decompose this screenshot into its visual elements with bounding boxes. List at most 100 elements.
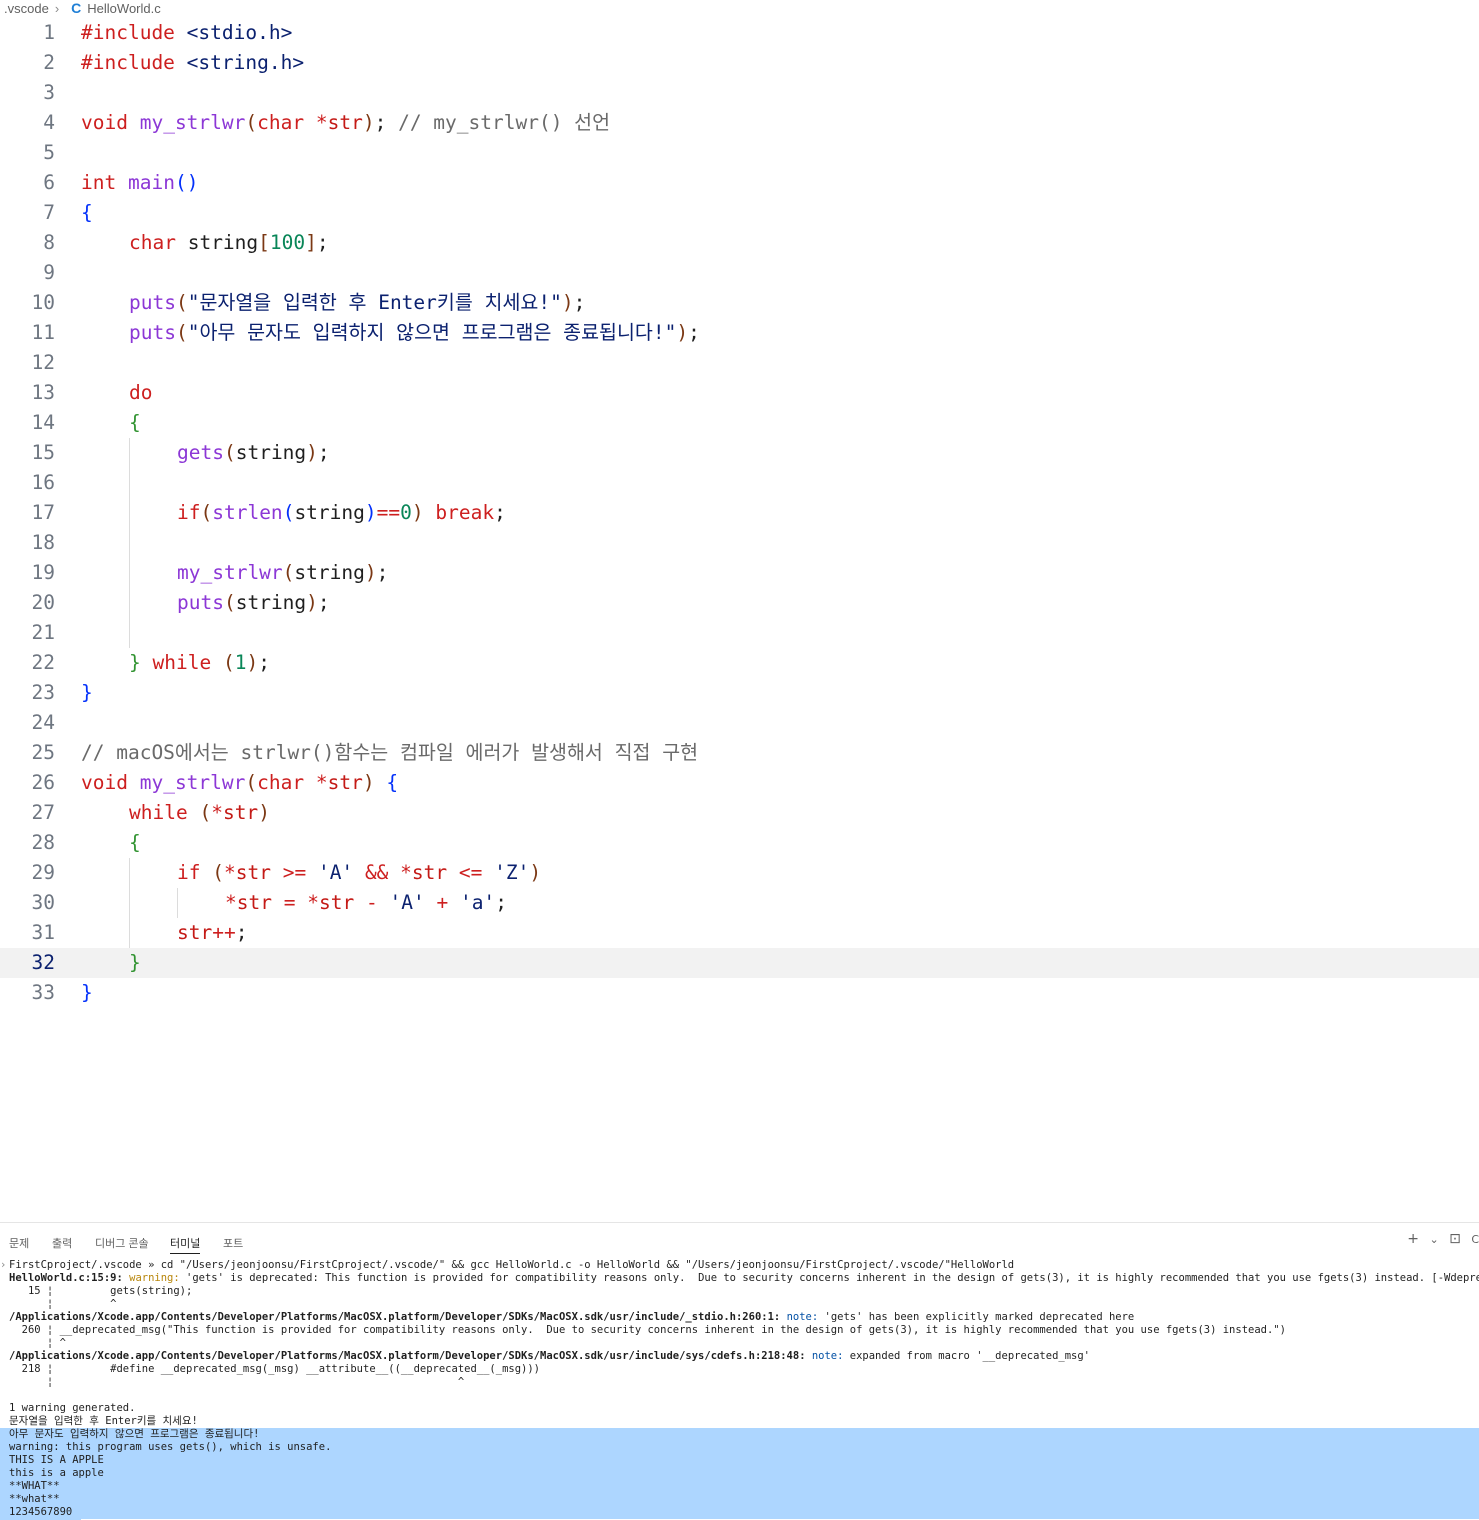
code-token: my_strlwr bbox=[177, 561, 283, 584]
tab-output[interactable]: 출력 bbox=[52, 1235, 72, 1251]
code-token: == bbox=[376, 501, 401, 524]
code-token: 1 bbox=[234, 651, 247, 674]
code-token: ; bbox=[573, 291, 586, 314]
code-line[interactable]: 2 #include <string.h> bbox=[0, 48, 1479, 78]
terminal-text: ¦ ^ bbox=[9, 1337, 66, 1349]
code-line[interactable]: 15 gets(string); bbox=[0, 438, 1479, 468]
code-line[interactable]: 19 my_strlwr(string); bbox=[0, 558, 1479, 588]
code-token: // macOS에서는 strlwr()함수는 컴파일 에러가 발생해서 직접 … bbox=[81, 741, 699, 764]
breadcrumb-folder[interactable]: .vscode bbox=[0, 1, 49, 16]
code-line[interactable]: 30 *str = *str - 'A' + 'a'; bbox=[0, 888, 1479, 918]
code-line[interactable]: 29 if (*str >= 'A' && *str <= 'Z') bbox=[0, 858, 1479, 888]
code-line[interactable]: 23} bbox=[0, 678, 1479, 708]
code-token: ; bbox=[374, 111, 399, 134]
breadcrumb-file[interactable]: HelloWorld.c bbox=[87, 1, 160, 16]
code-token: ) bbox=[362, 771, 375, 794]
line-number: 21 bbox=[31, 621, 55, 644]
code-line[interactable]: 3 bbox=[0, 78, 1479, 108]
code-line[interactable]: 9 bbox=[0, 258, 1479, 288]
code-line[interactable]: 27 while (*str) bbox=[0, 798, 1479, 828]
code-token: ; bbox=[317, 591, 330, 614]
tab-terminal[interactable]: 터미널 bbox=[170, 1235, 201, 1254]
diagnostic-location[interactable]: HelloWorld.c:15:9: bbox=[9, 1272, 123, 1284]
code-text: puts("문자열을 입력한 후 Enter키를 치세요!"); bbox=[129, 288, 585, 318]
code-token: ; bbox=[258, 651, 270, 674]
code-token: str bbox=[318, 891, 355, 914]
code-token: char bbox=[129, 231, 176, 254]
terminal-text: FirstCproject/.vscode » cd "/Users/jeonj… bbox=[9, 1259, 1015, 1271]
code-line[interactable]: 18 bbox=[0, 528, 1479, 558]
tab-problems[interactable]: 문제 bbox=[9, 1235, 29, 1251]
code-token: ) bbox=[258, 801, 270, 824]
code-line[interactable]: 22} while (1); bbox=[0, 648, 1479, 678]
code-token: ( bbox=[223, 441, 236, 464]
code-line[interactable]: 10 puts("문자열을 입력한 후 Enter키를 치세요!"); bbox=[0, 288, 1479, 318]
line-number: 3 bbox=[43, 81, 55, 104]
diagnostic-text: HelloWorld.c:15:9: warning: 'gets' is de… bbox=[9, 1272, 1479, 1285]
chevron-down-icon[interactable]: ⌄ bbox=[1429, 1233, 1438, 1246]
code-line[interactable]: 28 { bbox=[0, 828, 1479, 858]
terminal-text: 218 ¦ #define __deprecated_msg(_msg) __a… bbox=[9, 1363, 541, 1375]
code-line[interactable]: 20 puts(string); bbox=[0, 588, 1479, 618]
tab-ports[interactable]: 포트 bbox=[223, 1235, 243, 1251]
code-line[interactable]: 11 puts("아무 문자도 입력하지 않으면 프로그램은 종료됩니다!"); bbox=[0, 318, 1479, 348]
code-token: ; bbox=[316, 231, 329, 254]
tab-debug-console[interactable]: 디버그 콘솔 bbox=[95, 1235, 149, 1251]
diagnostic-location[interactable]: /Applications/Xcode.app/Contents/Develop… bbox=[9, 1350, 806, 1362]
code-line[interactable]: 21 bbox=[0, 618, 1479, 648]
code-token: puts bbox=[129, 321, 176, 344]
line-number: 25 bbox=[31, 741, 55, 764]
code-editor[interactable]: 1 #include <stdio.h> 2 #include <string.h> 3… bbox=[0, 18, 1479, 1223]
line-number: 19 bbox=[31, 561, 55, 584]
code-line[interactable]: 26 void my_strlwr(char *str) { bbox=[0, 768, 1479, 798]
code-line[interactable]: 8 char string[100]; bbox=[0, 228, 1479, 258]
code-token: string bbox=[294, 561, 365, 584]
code-line[interactable]: 13 do bbox=[0, 378, 1479, 408]
code-line[interactable]: 33} bbox=[0, 978, 1479, 1008]
code-line[interactable]: 4 void my_strlwr(char *str); // my_strlwr… bbox=[0, 108, 1479, 138]
code-line[interactable]: 7{ bbox=[0, 198, 1479, 228]
terminal-text: **what** bbox=[9, 1493, 60, 1505]
terminal-output[interactable]: › FirstCproject/.vscode » cd "/Users/jeon… bbox=[0, 1259, 1479, 1520]
line-number: 22 bbox=[31, 651, 55, 674]
code-token: 'A' bbox=[317, 861, 354, 884]
terminal-icon[interactable]: ⊡ bbox=[1449, 1231, 1461, 1247]
code-text: str++; bbox=[177, 918, 247, 948]
diagnostic-text: /Applications/Xcode.app/Contents/Develop… bbox=[9, 1311, 1134, 1324]
code-line[interactable]: 17 if(strlen(string)==0) break; bbox=[0, 498, 1479, 528]
terminal-line: › FirstCproject/.vscode » cd "/Users/jeon… bbox=[0, 1259, 1479, 1272]
add-terminal-icon[interactable]: + bbox=[1407, 1231, 1419, 1247]
code-line[interactable]: 5 bbox=[0, 138, 1479, 168]
terminal-text: THIS IS A APPLE bbox=[9, 1454, 104, 1466]
code-line[interactable]: 14 { bbox=[0, 408, 1479, 438]
code-token: str bbox=[327, 111, 363, 134]
terminal-text: 1234567890 bbox=[9, 1506, 73, 1518]
code-token: ( bbox=[212, 861, 224, 884]
diagnostic-location[interactable]: /Applications/Xcode.app/Contents/Develop… bbox=[9, 1311, 780, 1323]
terminal-label[interactable]: C bbox=[1471, 1233, 1479, 1246]
code-token: = bbox=[283, 891, 296, 914]
code-token: string bbox=[175, 231, 259, 254]
line-number: 17 bbox=[31, 501, 55, 524]
code-token: [ bbox=[258, 231, 270, 254]
terminal-line: 260 ¦ __deprecated_msg("This function is… bbox=[0, 1324, 1479, 1337]
code-line[interactable]: 32} bbox=[0, 948, 1479, 978]
code-line[interactable]: 12 bbox=[0, 348, 1479, 378]
code-token: my_strlwr bbox=[139, 771, 246, 794]
code-line[interactable]: 25 // macOS에서는 strlwr()함수는 컴파일 에러가 발생해서 직… bbox=[0, 738, 1479, 768]
diagnostic-kind: note: bbox=[811, 1350, 844, 1362]
code-line[interactable]: 24 bbox=[0, 708, 1479, 738]
code-line[interactable]: 6 int main() bbox=[0, 168, 1479, 198]
code-text: { bbox=[129, 828, 141, 858]
terminal-line: /Applications/Xcode.app/Contents/Develop… bbox=[0, 1311, 1479, 1324]
code-line[interactable]: 16 bbox=[0, 468, 1479, 498]
code-line[interactable]: 31 str++; bbox=[0, 918, 1479, 948]
code-line[interactable]: 1 #include <stdio.h> bbox=[0, 18, 1479, 48]
code-text: if (*str >= 'A' && *str <= 'Z') bbox=[177, 858, 541, 888]
code-token: ; bbox=[494, 501, 506, 524]
